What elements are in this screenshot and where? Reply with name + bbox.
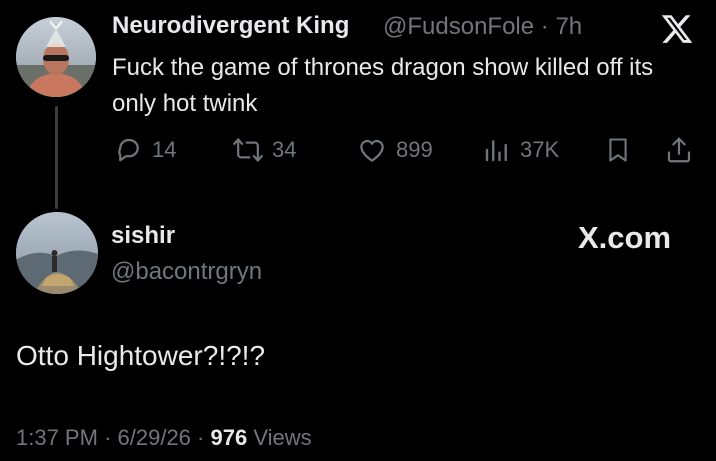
- like-icon: [360, 139, 384, 162]
- reply-author-display-name[interactable]: sishir: [111, 222, 175, 250]
- views-icon: [485, 140, 507, 162]
- bookmark-button[interactable]: [604, 135, 632, 165]
- reply-tweet-text: Otto Hightower?!?!?: [16, 340, 266, 371]
- x-com-brand: X.com: [578, 220, 671, 256]
- post-time[interactable]: 1:37 PM: [16, 425, 98, 450]
- share-icon: [667, 137, 691, 163]
- author-display-name[interactable]: Neurodivergent King: [112, 12, 349, 40]
- tweet-time-ago[interactable]: 7h: [555, 13, 582, 40]
- views-count: 37K: [520, 137, 560, 162]
- repost-button[interactable]: 34: [232, 135, 296, 165]
- thread-connector-line: [55, 106, 58, 209]
- author-handle[interactable]: @FudsonFole: [383, 13, 534, 40]
- views-button[interactable]: 37K: [482, 135, 559, 165]
- reply-icon: [118, 138, 139, 162]
- post-date[interactable]: 6/29/26: [118, 425, 191, 450]
- avatar-sishir[interactable]: [16, 212, 98, 294]
- reply-button[interactable]: 14: [114, 135, 176, 165]
- like-count: 899: [396, 137, 433, 162]
- dot-separator: ·: [197, 425, 205, 450]
- like-button[interactable]: 899: [356, 135, 433, 165]
- tweet-metadata: 1:37 PM · 6/29/26 · 976 Views: [16, 425, 312, 451]
- x-com-label: X.com: [578, 220, 672, 255]
- dot-separator: ·: [104, 425, 112, 450]
- views-label: Views: [253, 425, 312, 450]
- repost-icon: [233, 138, 263, 162]
- views-number: 976: [210, 425, 248, 450]
- author-handle-and-time: @FudsonFole · 7h: [383, 13, 582, 41]
- avatar-neurodivergent-king[interactable]: [16, 17, 96, 97]
- reply-author-handle[interactable]: @bacontrgryn: [111, 258, 262, 286]
- bookmark-icon: [609, 138, 627, 162]
- x-logo-icon: [661, 15, 693, 43]
- dot-separator: ·: [540, 13, 549, 40]
- repost-count: 34: [272, 137, 297, 162]
- reply-count: 14: [152, 137, 177, 162]
- share-button[interactable]: [664, 135, 694, 165]
- tweet-text: Fuck the game of thrones dragon show kil…: [112, 54, 654, 117]
